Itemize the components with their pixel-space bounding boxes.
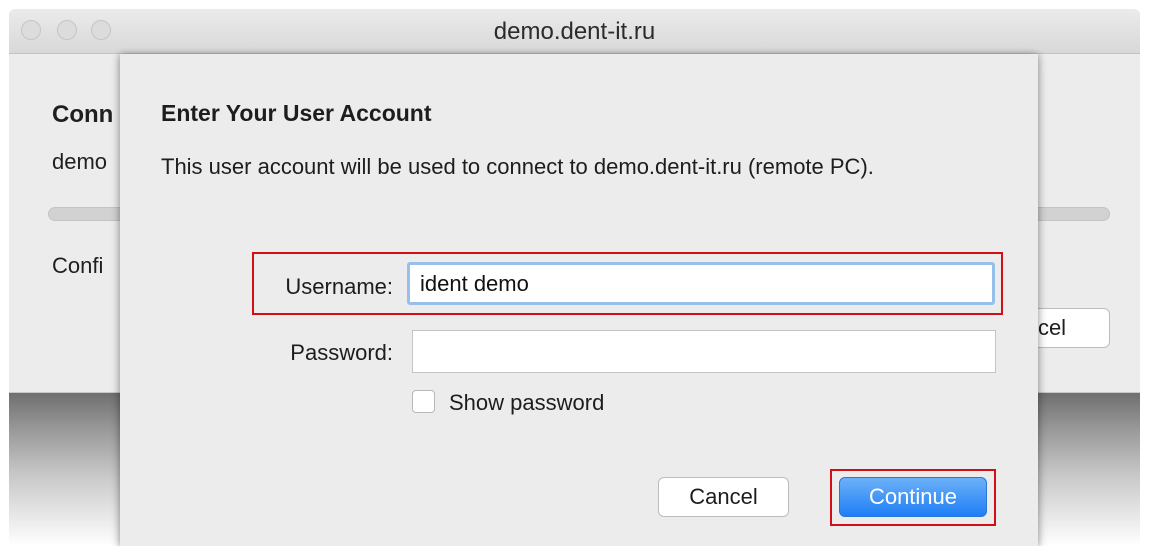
show-password-label[interactable]: Show password [449, 390, 604, 416]
username-label: Username: [285, 274, 393, 299]
continue-button[interactable]: Continue [839, 477, 987, 517]
sheet-title: Enter Your User Account [161, 100, 432, 126]
background-host-text: demo [52, 149, 108, 174]
background-heading: Conn [52, 101, 114, 128]
background-status-text: Confi [52, 253, 104, 278]
sheet-description: This user account will be used to connec… [161, 154, 874, 179]
title-bar[interactable]: demo.dent-it.ru [9, 9, 1140, 54]
user-account-sheet: Enter Your User Account This user accoun… [120, 54, 1038, 546]
username-input[interactable] [407, 262, 995, 305]
password-input[interactable] [412, 330, 996, 373]
show-password-checkbox[interactable] [412, 390, 435, 413]
cancel-button[interactable]: Cancel [658, 477, 789, 517]
password-label: Password: [290, 340, 393, 365]
window-title: demo.dent-it.ru [493, 18, 656, 45]
